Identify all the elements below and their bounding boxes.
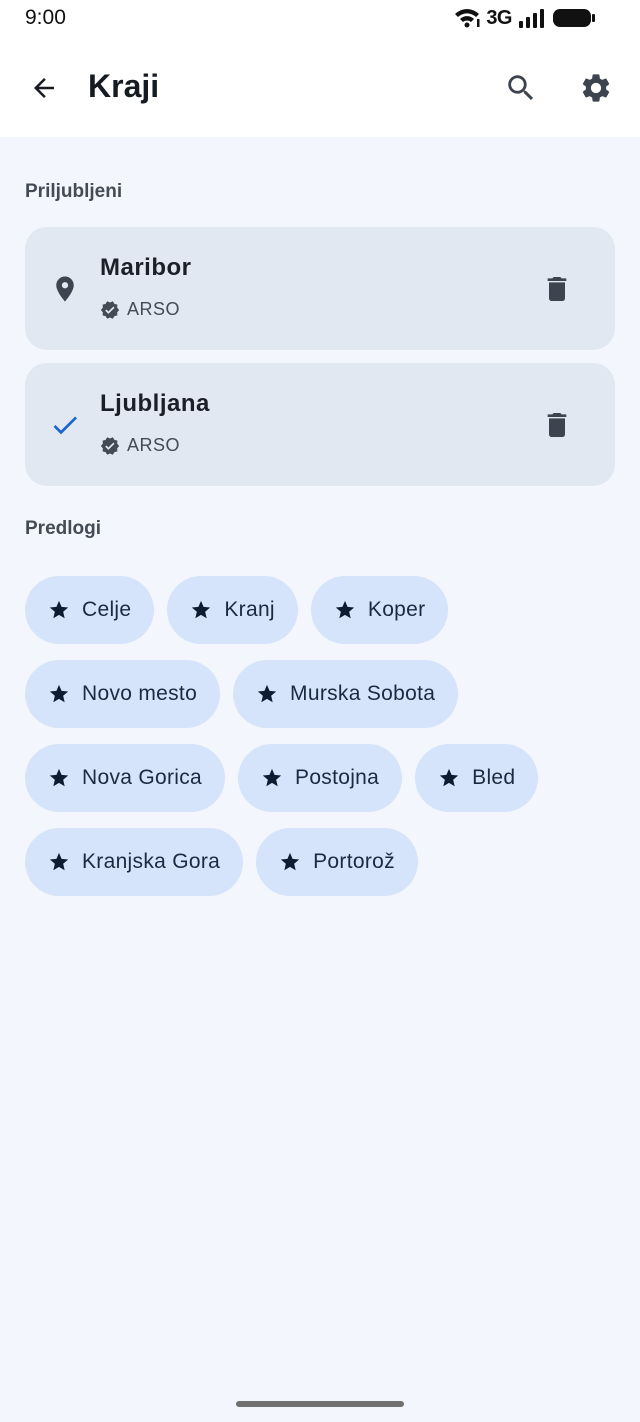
- favorite-name: Ljubljana: [100, 390, 210, 417]
- network-type: 3G: [486, 6, 512, 29]
- chip-label: Portorož: [313, 850, 395, 873]
- chip-label: Murska Sobota: [290, 682, 436, 705]
- delete-button[interactable]: [533, 265, 581, 313]
- star-icon: [438, 767, 460, 789]
- wifi-icon: [455, 9, 480, 28]
- search-button[interactable]: [497, 64, 545, 112]
- star-icon: [48, 851, 70, 873]
- suggestion-chip[interactable]: Murska Sobota: [233, 660, 459, 728]
- star-icon: [261, 767, 283, 789]
- chip-label: Koper: [367, 598, 426, 621]
- favorite-name: Maribor: [100, 254, 192, 281]
- suggestion-chip[interactable]: Koper: [310, 576, 449, 644]
- suggestion-chip[interactable]: Kranj: [167, 576, 298, 644]
- suggestion-chip[interactable]: Portorož: [256, 828, 418, 896]
- star-icon: [256, 683, 278, 705]
- signal-icon: [519, 9, 544, 28]
- star-icon: [279, 851, 301, 873]
- home-indicator[interactable]: [236, 1401, 404, 1407]
- suggestion-chip[interactable]: Nova Gorica: [25, 744, 226, 812]
- suggestion-chip[interactable]: Postojna: [238, 744, 403, 812]
- favorite-card-ljubljana[interactable]: Ljubljana ARSO: [25, 363, 615, 486]
- chip-row: Novo mesto Murska Sobota: [25, 660, 615, 728]
- star-icon: [48, 767, 70, 789]
- delete-button[interactable]: [533, 401, 581, 449]
- favorite-source: ARSO: [100, 435, 180, 456]
- suggestion-chip[interactable]: Celje: [25, 576, 155, 644]
- favorite-card-maribor[interactable]: Maribor ARSO: [25, 227, 615, 350]
- verified-badge-icon: [100, 300, 120, 319]
- source-label: ARSO: [127, 435, 181, 455]
- suggestion-chip[interactable]: Kranjska Gora: [25, 828, 244, 896]
- chip-label: Postojna: [295, 766, 380, 789]
- verified-badge-icon: [100, 436, 120, 455]
- suggestion-chips: Celje Kranj Koper Novo mesto Murska Sobo…: [25, 576, 615, 912]
- chip-row: Nova Gorica Postojna Bled: [25, 744, 615, 812]
- page-title: Kraji: [88, 68, 160, 104]
- star-icon: [48, 599, 70, 621]
- location-pin-icon: [45, 265, 85, 313]
- settings-button[interactable]: [572, 64, 620, 112]
- trash-icon: [547, 277, 567, 301]
- search-icon: [508, 75, 534, 101]
- chip-label: Nova Gorica: [82, 766, 203, 789]
- status-icons: 3G: [454, 7, 596, 29]
- suggestion-chip[interactable]: Novo mesto: [25, 660, 221, 728]
- chip-label: Novo mesto: [82, 682, 198, 705]
- star-icon: [48, 683, 70, 705]
- chip-label: Celje: [82, 598, 132, 621]
- chip-row: Kranjska Gora Portorož: [25, 828, 615, 896]
- chip-row: Celje Kranj Koper: [25, 576, 615, 644]
- battery-icon: [553, 9, 595, 27]
- favorite-source: ARSO: [100, 299, 180, 320]
- suggestions-section-title: Predlogi: [25, 518, 102, 539]
- chip-label: Bled: [472, 766, 516, 789]
- chip-label: Kranjska Gora: [82, 850, 221, 873]
- status-bar: 9:00 3G: [0, 0, 640, 36]
- favorites-section-title: Priljubljeni: [25, 181, 123, 202]
- star-icon: [334, 599, 356, 621]
- source-label: ARSO: [127, 299, 181, 319]
- star-icon: [190, 599, 212, 621]
- suggestion-chip[interactable]: Bled: [415, 744, 539, 812]
- top-app-bar: Kraji: [0, 36, 640, 137]
- trash-icon: [547, 413, 567, 437]
- arrow-back-icon: [34, 78, 54, 98]
- chip-label: Kranj: [224, 598, 275, 621]
- back-button[interactable]: [20, 64, 68, 112]
- status-time: 9:00: [25, 6, 66, 29]
- gear-icon: [582, 74, 610, 102]
- check-icon: [45, 401, 85, 449]
